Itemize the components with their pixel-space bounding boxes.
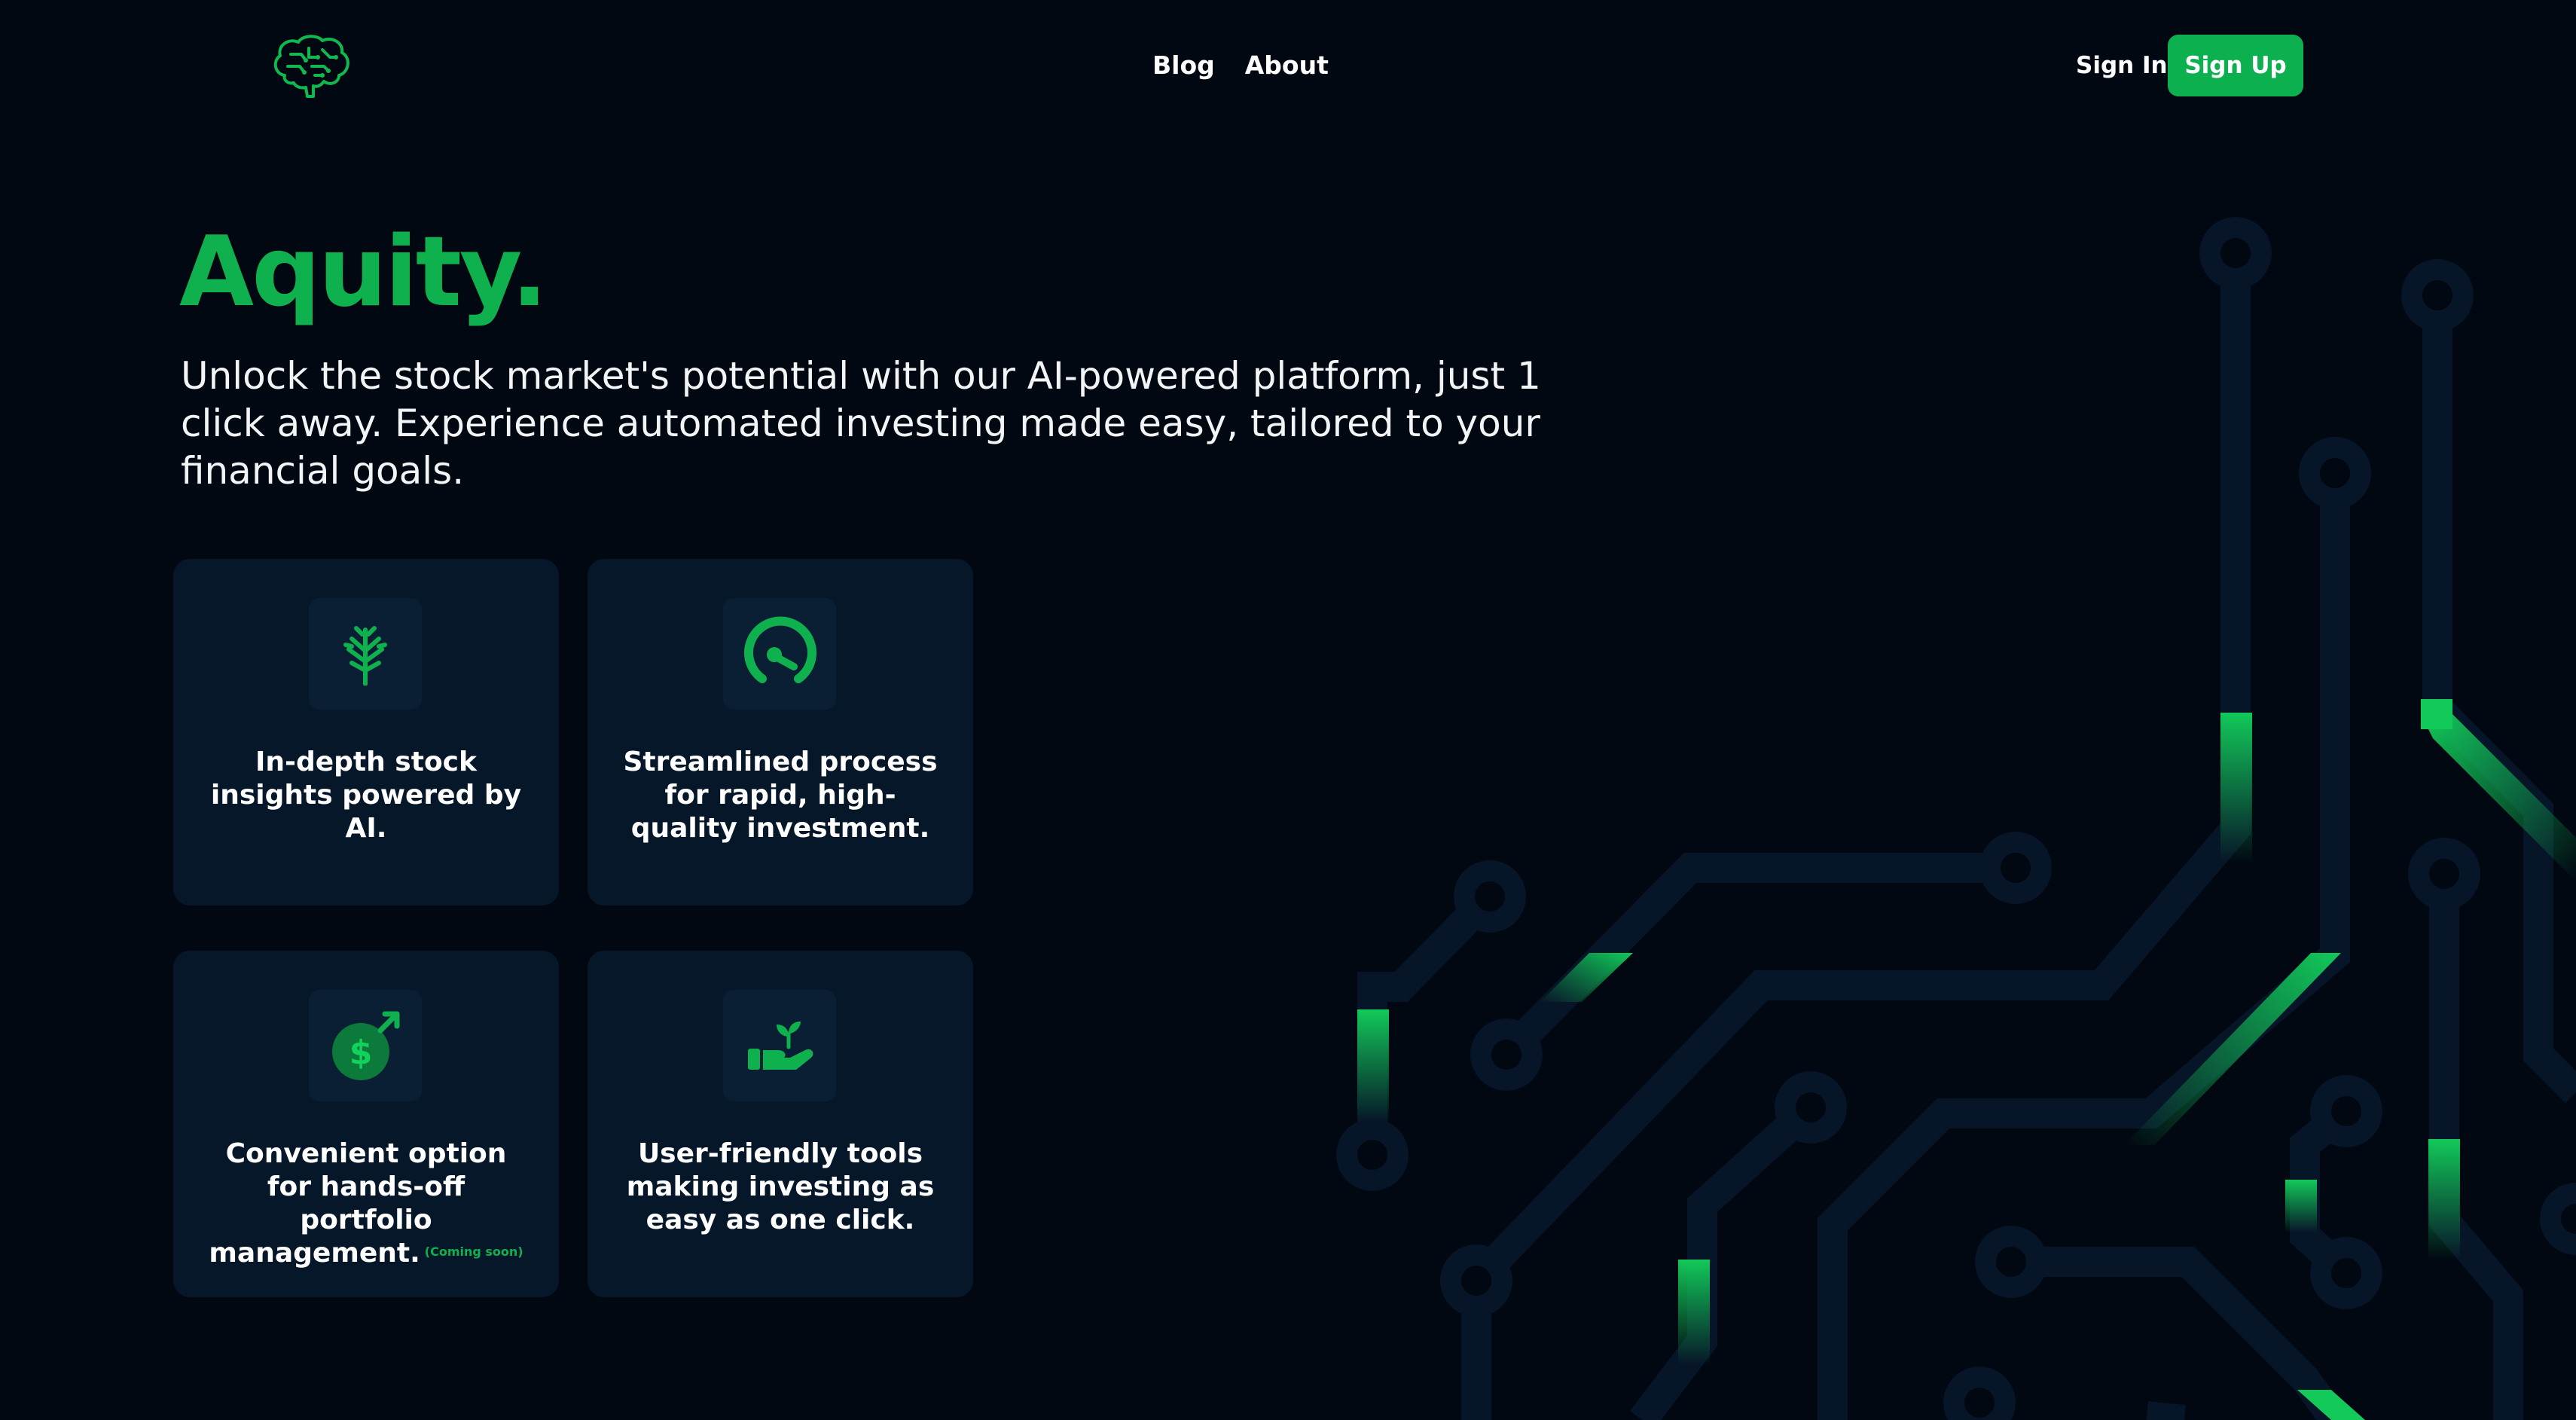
feature-card-tools: User-friendly tools making investing as … bbox=[588, 951, 973, 1297]
coming-soon-badge: (Coming soon) bbox=[424, 1244, 523, 1259]
sign-up-button[interactable]: Sign Up bbox=[2168, 35, 2303, 96]
feature-text: Streamlined process for rapid, high-qual… bbox=[623, 747, 938, 844]
speedometer-icon bbox=[723, 598, 836, 710]
brain-logo-icon[interactable] bbox=[270, 32, 353, 99]
svg-text:$: $ bbox=[349, 1034, 373, 1072]
feature-text: Convenient option for hands-off portfoli… bbox=[203, 1138, 529, 1270]
hero-title: Aquity. bbox=[179, 216, 548, 328]
feature-card-insights: In-depth stock insights powered by AI. bbox=[173, 559, 559, 905]
sign-in-link[interactable]: Sign In bbox=[2076, 47, 2168, 84]
nav-links: Blog About bbox=[1152, 47, 1329, 84]
top-nav: Blog About Sign In Sign Up bbox=[0, 0, 2576, 132]
nav-link-about[interactable]: About bbox=[1245, 47, 1329, 84]
feature-card-portfolio: $ Convenient option for hands-off portfo… bbox=[173, 951, 559, 1297]
feature-card-streamlined: Streamlined process for rapid, high-qual… bbox=[588, 559, 973, 905]
feature-text: User-friendly tools making investing as … bbox=[626, 1138, 935, 1235]
branch-tree-icon bbox=[309, 598, 422, 710]
dollar-growth-icon: $ bbox=[309, 990, 422, 1101]
nav-link-blog[interactable]: Blog bbox=[1152, 47, 1215, 84]
hero-subtitle: Unlock the stock market's potential with… bbox=[181, 354, 1541, 493]
feature-text: In-depth stock insights powered by AI. bbox=[210, 747, 522, 844]
landing-page: Blog About Sign In Sign Up Aquity. Unloc… bbox=[0, 0, 2576, 1420]
hand-plant-icon bbox=[723, 990, 836, 1101]
